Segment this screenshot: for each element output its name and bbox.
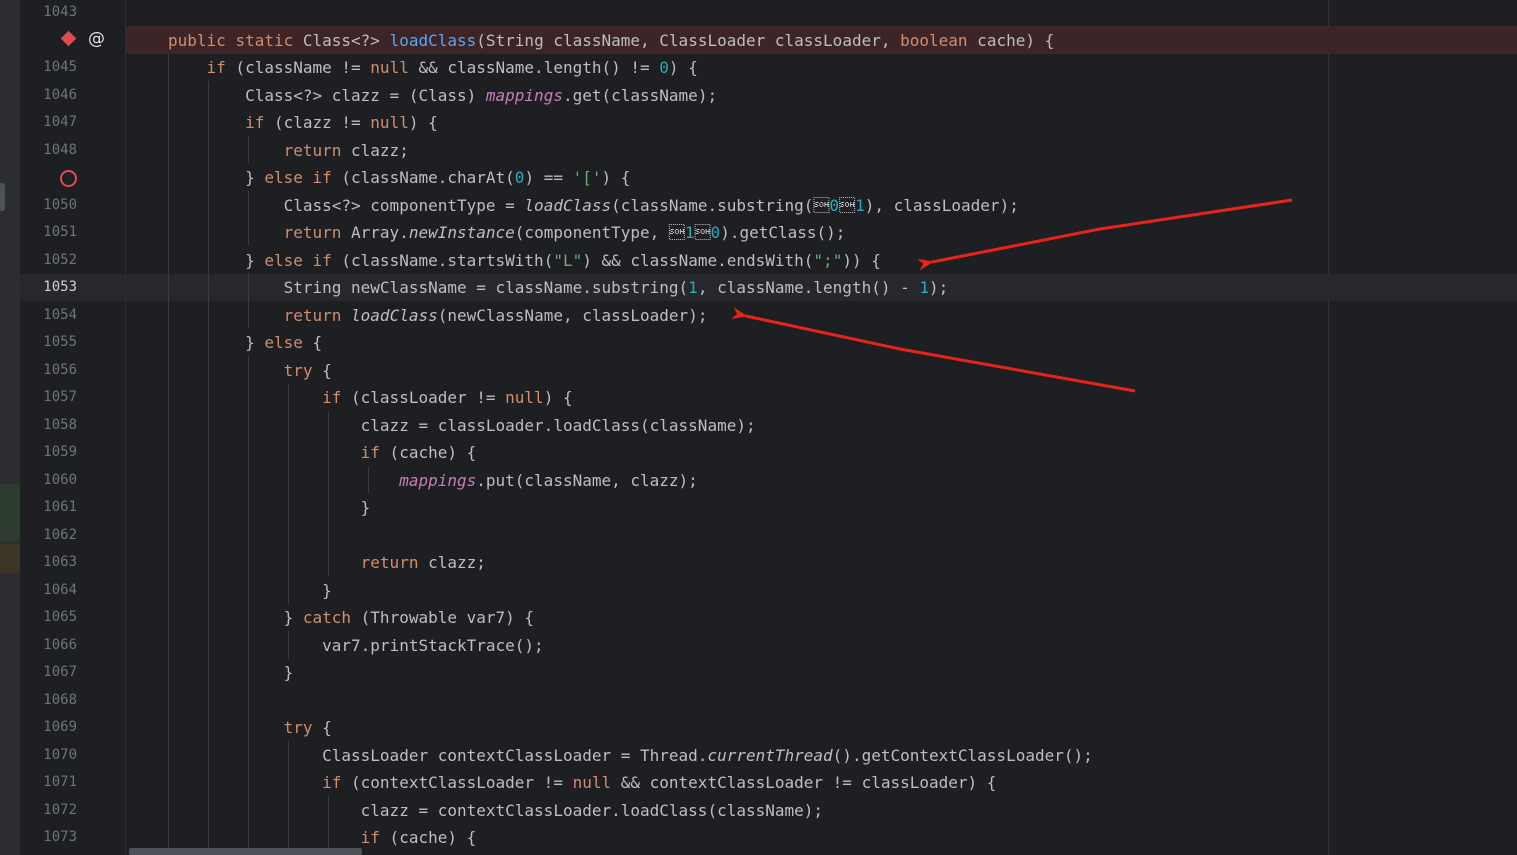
code-line[interactable]: public static Class<?> loadClass(String …	[168, 27, 1054, 55]
code-line[interactable]: if (className != null && className.lengt…	[168, 54, 698, 82]
implements-marker-icon[interactable]: @	[88, 28, 105, 50]
line-number[interactable]: 1048	[20, 137, 77, 165]
line-number[interactable]: 1046	[20, 82, 77, 110]
horizontal-scrollbar-thumb[interactable]	[129, 848, 362, 855]
line-number[interactable]: 1050	[20, 192, 77, 220]
line-number-current[interactable]: 1053	[20, 274, 77, 302]
line-number[interactable]: 1059	[20, 439, 77, 467]
code-line[interactable]: mappings.put(className, clazz);	[168, 467, 698, 495]
line-number[interactable]: 1066	[20, 632, 77, 660]
disabled-breakpoint-icon[interactable]	[60, 170, 77, 187]
line-number[interactable]: 1054	[20, 302, 77, 330]
line-number[interactable]: 1071	[20, 769, 77, 797]
line-number[interactable]: 1051	[20, 219, 77, 247]
line-number[interactable]: 1052	[20, 247, 77, 275]
line-number[interactable]: 1067	[20, 659, 77, 687]
gutter-separator	[125, 0, 126, 855]
code-line[interactable]: try {	[168, 714, 332, 742]
line-number[interactable]: 1070	[20, 742, 77, 770]
code-line[interactable]: Class<?> clazz = (Class) mappings.get(cl…	[168, 82, 717, 110]
line-number[interactable]: 1063	[20, 549, 77, 577]
code-line[interactable]: clazz = classLoader.loadClass(className)…	[168, 412, 756, 440]
code-line[interactable]: if (clazz != null) {	[168, 109, 438, 137]
line-number[interactable]: 1045	[20, 54, 77, 82]
code-line[interactable]: if (classLoader != null) {	[168, 384, 572, 412]
code-line[interactable]: var7.printStackTrace();	[168, 632, 544, 660]
code-line[interactable]: return loadClass(newClassName, classLoad…	[168, 302, 708, 330]
right-margin-guide	[1328, 0, 1329, 855]
line-number[interactable]: 1055	[20, 329, 77, 357]
strip-resize-handle[interactable]	[0, 183, 5, 211]
line-number[interactable]: 1068	[20, 687, 77, 715]
code-line[interactable]: clazz = contextClassLoader.loadClass(cla…	[168, 797, 823, 825]
left-tool-strip	[0, 0, 20, 855]
code-line[interactable]: }	[168, 577, 332, 605]
code-line[interactable]: } else {	[168, 329, 322, 357]
line-number[interactable]: 1043	[20, 0, 77, 27]
line-number[interactable]: 1057	[20, 384, 77, 412]
vcs-added-marker	[0, 484, 20, 542]
line-number[interactable]: 1056	[20, 357, 77, 385]
code-line[interactable]: Class<?> componentType = loadClass(class…	[168, 192, 1019, 220]
line-number[interactable]: 1061	[20, 494, 77, 522]
line-number[interactable]: 1058	[20, 412, 77, 440]
code-line[interactable]: if (cache) {	[168, 439, 477, 467]
code-line[interactable]: return Array.newInstance(componentType, …	[168, 219, 846, 247]
code-line[interactable]: } else if (className.startsWith("L") && …	[168, 247, 881, 275]
code-line[interactable]: String newClassName = className.substrin…	[168, 274, 949, 302]
line-number[interactable]: 1073	[20, 824, 77, 852]
code-line[interactable]: if (contextClassLoader != null && contex…	[168, 769, 996, 797]
code-line[interactable]: }	[168, 494, 371, 522]
line-number[interactable]: 1065	[20, 604, 77, 632]
code-line[interactable]: ClassLoader contextClassLoader = Thread.…	[168, 742, 1093, 770]
line-number[interactable]: 1062	[20, 522, 77, 550]
line-number[interactable]: 1069	[20, 714, 77, 742]
line-number[interactable]: 1064	[20, 577, 77, 605]
line-number[interactable]: 1072	[20, 797, 77, 825]
line-number[interactable]: 1047	[20, 109, 77, 137]
vcs-modified-marker	[0, 544, 20, 573]
code-line[interactable]: }	[168, 659, 294, 687]
code-line[interactable]: } catch (Throwable var7) {	[168, 604, 534, 632]
code-line[interactable]: return clazz;	[168, 549, 486, 577]
line-number[interactable]: 1060	[20, 467, 77, 495]
code-line[interactable]: } else if (className.charAt(0) == '[') {	[168, 164, 630, 192]
code-line[interactable]: try {	[168, 357, 332, 385]
code-line[interactable]: return clazz;	[168, 137, 409, 165]
